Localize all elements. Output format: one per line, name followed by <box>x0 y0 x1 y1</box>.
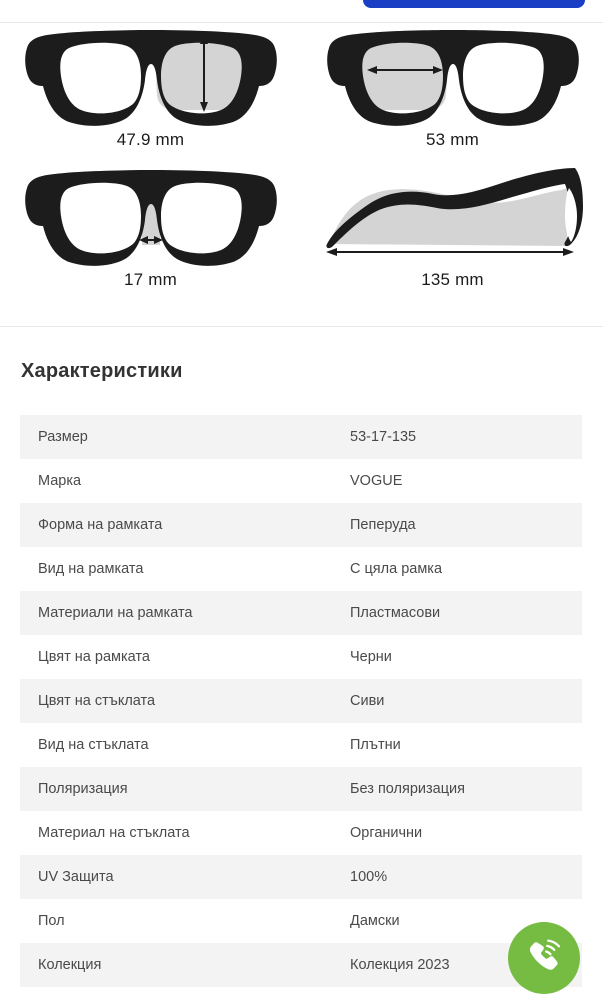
measurement-label: 135 mm <box>421 270 484 289</box>
measurement-temple-length: 135 mm <box>302 164 603 304</box>
table-row: Поляризация Без поляризация <box>20 767 582 811</box>
primary-action-button[interactable] <box>363 0 585 8</box>
table-row: Пол Дамски <box>20 899 582 943</box>
table-cell-key: Цвят на рамката <box>38 649 150 665</box>
measurement-label: 53 mm <box>426 130 479 149</box>
table-cell-value: 53-17-135 <box>350 429 417 445</box>
measurement-label: 17 mm <box>124 270 177 289</box>
measurement-label: 47.9 mm <box>116 130 185 149</box>
table-row: Марка VOGUE <box>20 459 582 503</box>
table-row: Вид на стъклата Плътни <box>20 723 582 767</box>
table-cell-key: Вид на рамката <box>38 561 144 577</box>
table-row: Цвят на стъклата Сиви <box>20 679 582 723</box>
measurement-lens-width: 53 mm <box>302 24 603 164</box>
table-cell-key: Материали на рамката <box>38 605 193 621</box>
phone-call-icon <box>529 939 561 970</box>
table-cell-key: Поляризация <box>38 781 128 797</box>
glasses-front-bridge-width-icon <box>24 170 277 266</box>
measurement-lens-height: 47.9 mm <box>0 24 301 164</box>
table-cell-value: Сиви <box>350 693 385 709</box>
table-cell-key: Форма на рамката <box>38 517 163 533</box>
table-row: Цвят на рамката Черни <box>20 635 582 679</box>
characteristics-table: Размер 53-17-135 Марка VOGUE Форма на ра… <box>20 415 582 987</box>
call-fab-button[interactable] <box>508 922 580 994</box>
length-dimension-arrow <box>325 248 574 256</box>
table-cell-value: 100% <box>350 869 388 885</box>
table-cell-value: Органични <box>350 825 423 841</box>
section-divider <box>0 326 603 327</box>
table-cell-value: Плътни <box>350 737 401 753</box>
glasses-front-lens-width-icon <box>326 30 579 126</box>
table-row: Материал на стъклата Органични <box>20 811 582 855</box>
table-row: UV Защита 100% <box>20 855 582 899</box>
table-cell-value: Пеперуда <box>350 517 416 533</box>
table-cell-key: Цвят на стъклата <box>38 693 156 709</box>
table-cell-key: UV Защита <box>38 869 114 885</box>
table-cell-value: С цяла рамка <box>350 561 443 577</box>
table-cell-key: Марка <box>38 473 82 489</box>
table-row: Вид на рамката С цяла рамка <box>20 547 582 591</box>
table-cell-key: Размер <box>38 429 88 445</box>
table-cell-key: Материал на стъклата <box>38 825 190 841</box>
table-cell-key: Колекция <box>38 957 102 973</box>
table-row: Форма на рамката Пеперуда <box>20 503 582 547</box>
table-cell-value: Пластмасови <box>350 605 441 621</box>
table-cell-value: VOGUE <box>350 473 403 489</box>
product-details-page: 47.9 mm 53 mm 17 mm 135 mm Характеристик… <box>0 0 603 999</box>
header-divider <box>0 22 603 23</box>
table-cell-value: Черни <box>350 649 392 665</box>
table-cell-key: Вид на стъклата <box>38 737 149 753</box>
glasses-front-lens-height-icon <box>24 30 277 126</box>
table-cell-key: Пол <box>38 913 65 929</box>
table-row: Колекция Колекция 2023 <box>20 943 582 987</box>
table-cell-value: Без поляризация <box>350 781 465 797</box>
measurements-grid: 47.9 mm 53 mm 17 mm 135 mm <box>0 24 603 304</box>
glasses-temple-length-icon <box>325 168 583 256</box>
page-title: Характеристики <box>21 360 183 382</box>
measurement-bridge-width: 17 mm <box>0 164 301 304</box>
table-row: Материали на рамката Пластмасови <box>20 591 582 635</box>
table-row: Размер 53-17-135 <box>20 415 582 459</box>
